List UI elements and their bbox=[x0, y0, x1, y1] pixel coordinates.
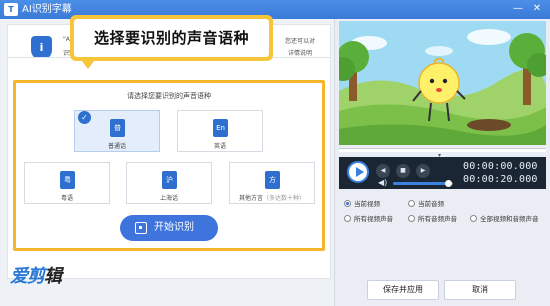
language-label: 其他方言（多达数十种） bbox=[230, 193, 314, 202]
source-all-video-audio[interactable]: 全部视频和音频声音 bbox=[470, 213, 539, 223]
language-label: 粤语 bbox=[60, 195, 73, 202]
source-current-video[interactable]: 当前视频 bbox=[344, 198, 380, 208]
video-preview bbox=[339, 21, 546, 145]
save-apply-button[interactable]: 保存并应用 bbox=[367, 280, 439, 300]
video-frame-illustration bbox=[339, 21, 546, 145]
info-text: 您还可以对 bbox=[285, 38, 316, 45]
radio-label: 所有音频声音 bbox=[418, 215, 457, 223]
stop-button[interactable]: ■ bbox=[396, 164, 410, 178]
cantonese-icon: 粤 bbox=[60, 171, 75, 189]
volume-level bbox=[393, 182, 448, 185]
playback-progress-bar[interactable] bbox=[339, 148, 546, 152]
close-button[interactable]: ✕ bbox=[530, 2, 544, 16]
callout-label: 选择要识别的声音语种 bbox=[93, 29, 249, 47]
radio-icon bbox=[470, 214, 477, 222]
app-logo-icon: T bbox=[4, 3, 18, 16]
start-recognition-label: 开始识别 bbox=[154, 222, 194, 233]
scan-icon bbox=[135, 222, 147, 234]
radio-label: 当前音频 bbox=[418, 200, 444, 208]
current-time: 00:00:00.000 bbox=[463, 161, 538, 172]
prev-frame-button[interactable]: ◀ bbox=[376, 164, 390, 178]
source-all-video[interactable]: 所有视频声音 bbox=[344, 213, 393, 223]
english-icon: En bbox=[213, 119, 228, 137]
language-cantonese[interactable]: 粤 粤语 bbox=[24, 162, 110, 204]
next-frame-button[interactable]: ▶ bbox=[416, 164, 430, 178]
radio-icon bbox=[344, 199, 351, 207]
source-all-audio[interactable]: 所有音频声音 bbox=[408, 213, 457, 223]
window-title: AI识别字幕 bbox=[22, 4, 72, 15]
language-other-dialects[interactable]: 方 其他方言（多达数十种） bbox=[229, 162, 315, 204]
start-recognition-button[interactable]: 开始识别 bbox=[120, 215, 218, 241]
radio-label: 全部视频和音频声音 bbox=[480, 215, 539, 223]
dialects-icon: 方 bbox=[265, 171, 280, 189]
info-text: "A bbox=[63, 36, 70, 43]
volume-icon[interactable]: ◀) bbox=[378, 178, 387, 188]
language-label: 普通话 bbox=[107, 143, 126, 150]
minimize-button[interactable]: — bbox=[511, 2, 525, 16]
dialect-label: 其他方言 bbox=[238, 195, 263, 202]
callout-pointer bbox=[82, 61, 94, 69]
radio-icon bbox=[408, 214, 415, 222]
language-prompt: 请选择您要识别的声音语种 bbox=[127, 92, 211, 100]
dialect-sub-label: （多达数十种） bbox=[263, 195, 306, 202]
brand-logo: 爱剪辑 bbox=[10, 262, 62, 288]
source-current-audio[interactable]: 当前音频 bbox=[408, 198, 444, 208]
volume-handle[interactable] bbox=[445, 180, 452, 187]
radio-label: 所有视频声音 bbox=[354, 215, 393, 223]
radio-label: 当前视频 bbox=[354, 200, 380, 208]
language-label: 上海话 bbox=[159, 195, 178, 202]
radio-icon bbox=[344, 214, 351, 222]
language-label: 英语 bbox=[213, 143, 226, 150]
check-icon: ✓ bbox=[78, 111, 91, 124]
radio-icon bbox=[408, 199, 415, 207]
cancel-button[interactable]: 取消 bbox=[444, 280, 516, 300]
info-details-link[interactable]: 详情说明 bbox=[288, 48, 312, 57]
shanghainese-icon: 沪 bbox=[162, 171, 177, 189]
mandarin-icon: 普 bbox=[110, 119, 125, 137]
brand-text: 爱剪 bbox=[10, 266, 45, 287]
play-button[interactable] bbox=[347, 161, 369, 183]
brand-text: 辑 bbox=[44, 266, 62, 287]
language-shanghainese[interactable]: 沪 上海话 bbox=[126, 162, 212, 204]
language-english[interactable]: En 英语 bbox=[177, 110, 263, 152]
total-time: 00:00:20.000 bbox=[463, 174, 538, 185]
